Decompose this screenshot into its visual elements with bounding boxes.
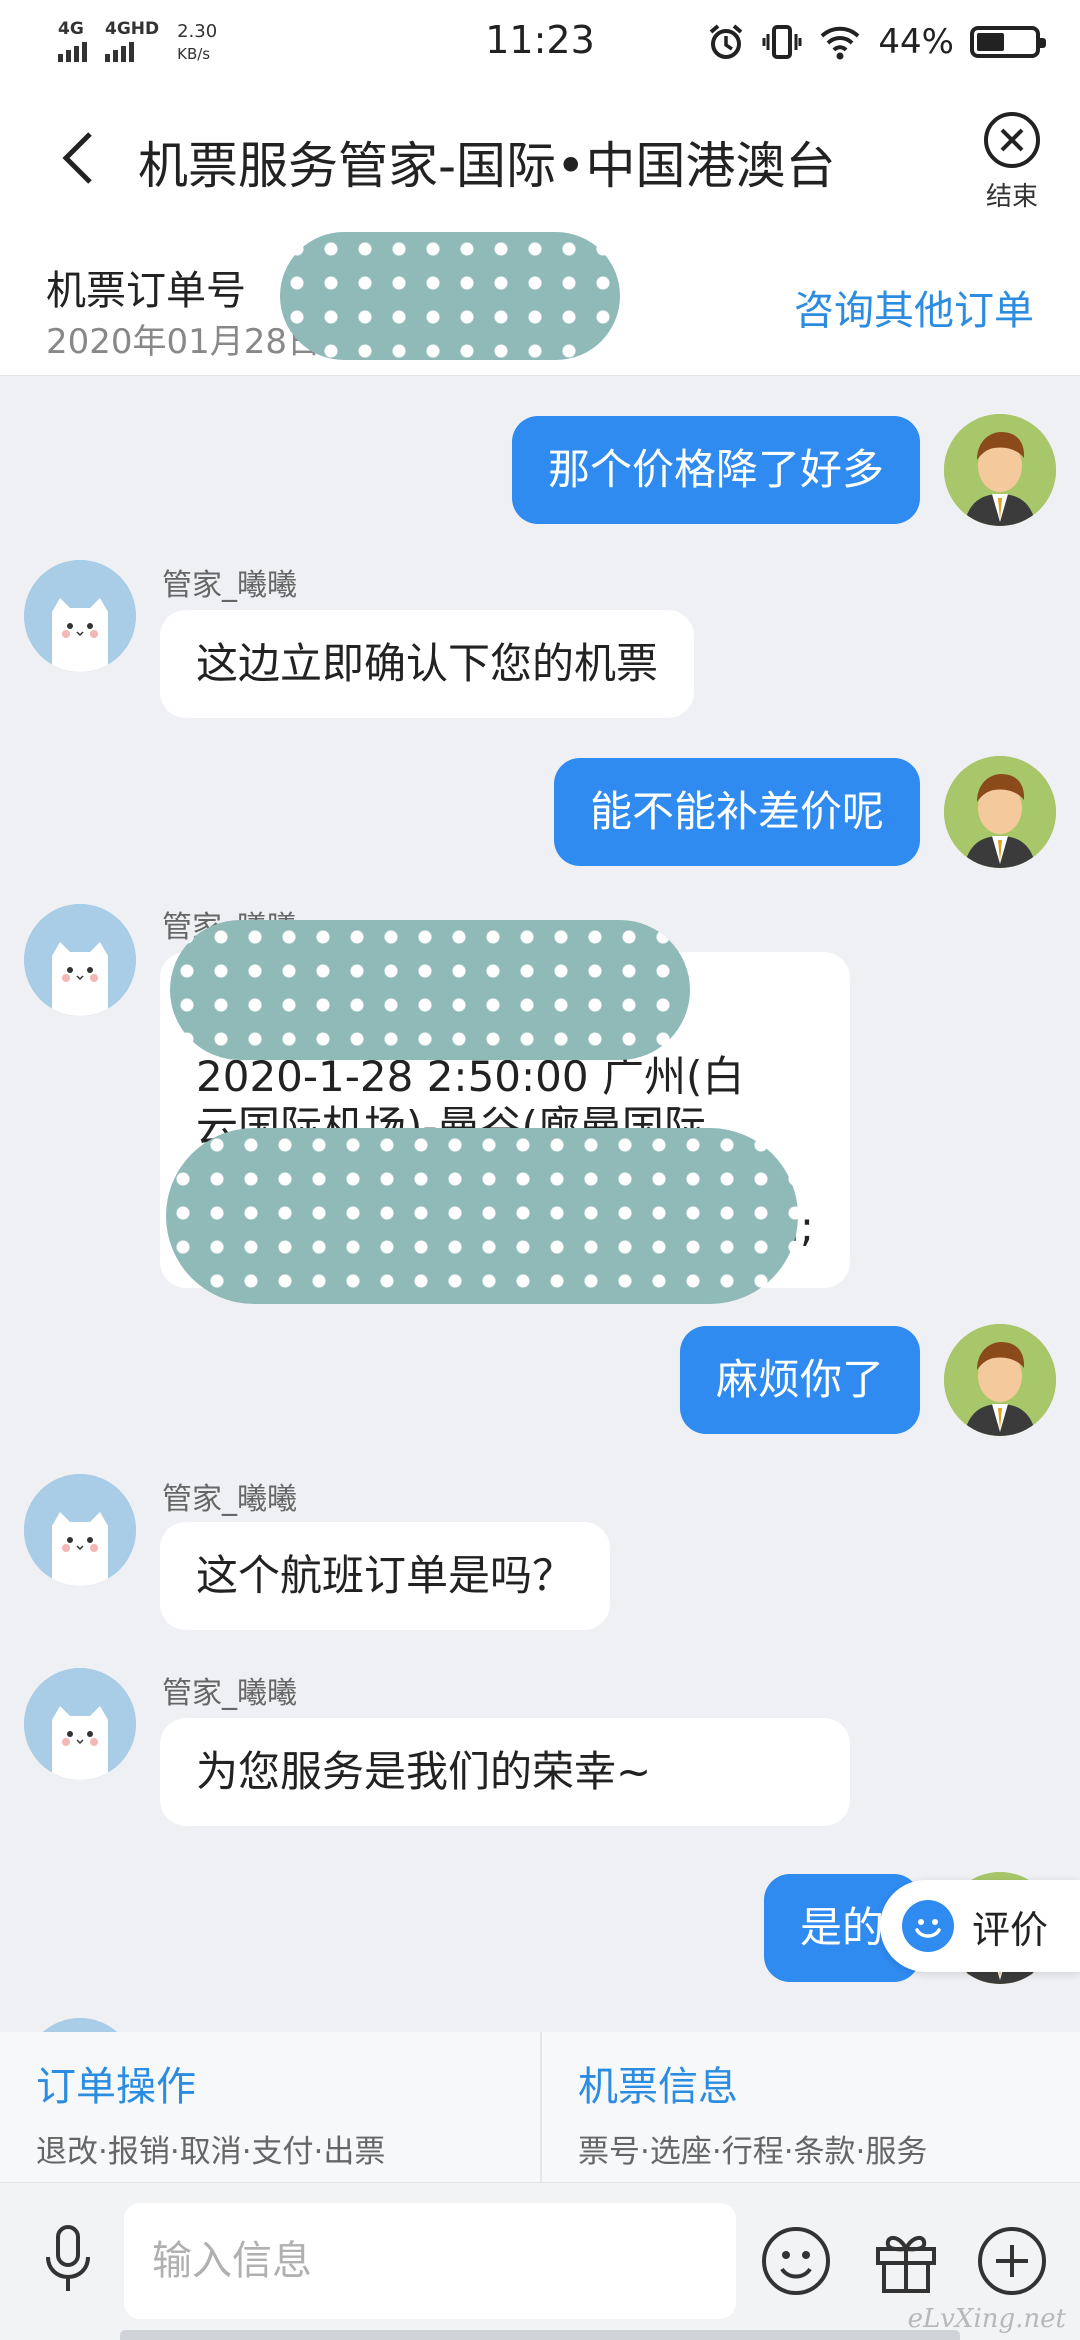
battery-icon	[970, 26, 1046, 58]
wifi-icon	[821, 26, 860, 60]
redaction-mark	[170, 920, 690, 1060]
gift-icon[interactable]	[870, 2225, 942, 2297]
user-avatar[interactable]	[944, 756, 1056, 868]
end-chat-button[interactable]: 结束	[976, 110, 1048, 213]
agent-name: 管家_曦曦	[162, 1676, 297, 1711]
chevron-left-icon[interactable]	[50, 126, 110, 190]
ticket-info-button[interactable]: 机票信息 票号·选座·行程·条款·服务	[540, 2032, 1080, 2182]
message-bubble-agent[interactable]: 为您服务是我们的荣幸~	[160, 1718, 850, 1826]
agent-avatar[interactable]	[24, 904, 136, 1016]
agent-name: 管家_曦曦	[162, 568, 297, 603]
plus-icon[interactable]	[976, 2225, 1048, 2297]
smile-icon	[902, 1900, 954, 1952]
order-date: 2020年01月28日	[46, 322, 322, 362]
home-indicator	[120, 2330, 960, 2340]
order-actions-title: 订单操作	[36, 2064, 196, 2110]
message-bubble-user[interactable]: 那个价格降了好多	[511, 416, 920, 524]
agent-avatar[interactable]	[24, 1474, 136, 1586]
user-avatar[interactable]	[944, 1324, 1056, 1436]
chat-header: 机票服务管家-国际•中国港澳台 结束	[0, 86, 1080, 228]
message-bubble-user[interactable]: 麻烦你了	[679, 1326, 920, 1434]
page-title: 机票服务管家-国际•中国港澳台	[138, 137, 836, 195]
agent-avatar[interactable]	[24, 1668, 136, 1780]
redaction-mark	[280, 232, 620, 360]
ticket-info-subtitle: 票号·选座·行程·条款·服务	[578, 2134, 928, 2170]
rate-label: 评价	[972, 1907, 1049, 1952]
order-actions-button[interactable]: 订单操作 退改·报销·取消·支付·出票	[0, 2032, 540, 2182]
user-avatar[interactable]	[944, 414, 1056, 526]
emoji-icon[interactable]	[760, 2225, 832, 2297]
alarm-icon	[710, 24, 743, 59]
consult-other-orders-link[interactable]: 咨询其他订单	[794, 278, 1034, 336]
end-chat-label: 结束	[985, 182, 1038, 212]
agent-avatar[interactable]	[24, 560, 136, 672]
quick-actions: 订单操作 退改·报销·取消·支付·出票 机票信息 票号·选座·行程·条款·服务	[0, 2032, 1080, 2182]
vibrate-icon	[762, 25, 802, 59]
microphone-icon[interactable]	[36, 2221, 100, 2301]
agent-name: 管家_曦曦	[162, 1482, 297, 1517]
battery-percent: 44%	[878, 22, 954, 62]
watermark: eLvXing.net	[907, 2304, 1066, 2334]
rate-button[interactable]: 评价	[880, 1880, 1080, 1972]
close-icon	[984, 112, 1040, 168]
ticket-info-title: 机票信息	[578, 2064, 738, 2110]
order-actions-subtitle: 退改·报销·取消·支付·出票	[36, 2134, 386, 2170]
message-input[interactable]	[124, 2203, 736, 2319]
message-bubble-agent[interactable]: 这个航班订单是吗？	[160, 1522, 611, 1630]
status-bar: 4G 4GHD 2.30 KB/s 11:23 44%	[0, 0, 1080, 86]
message-bubble-agent[interactable]: 这边立即确认下您的机票	[160, 610, 695, 718]
order-number-label: 机票订单号	[46, 268, 246, 314]
order-bar: 机票订单号 2020年01月28日 咨询其他订单	[0, 228, 1080, 376]
system-icons: 44%	[706, 20, 1046, 64]
message-bubble-user[interactable]: 能不能补差价呢	[553, 758, 920, 866]
redaction-mark	[166, 1128, 798, 1304]
